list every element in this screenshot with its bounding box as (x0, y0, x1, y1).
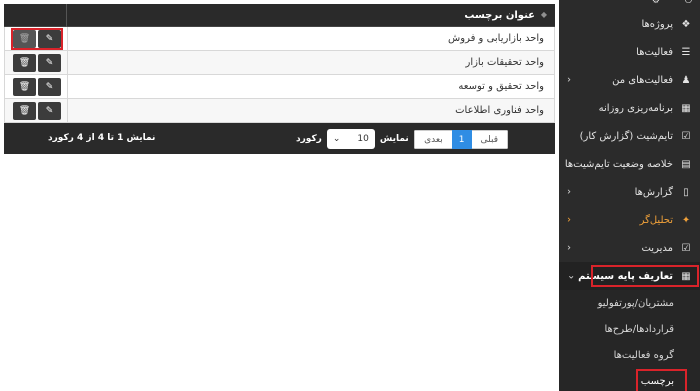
sidebar-subitem-contracts[interactable]: قراردادها/طرح‌ها (559, 316, 700, 342)
power-icon[interactable]: ⏻ (685, 0, 692, 6)
chevron-down-icon: ⌄ (567, 270, 576, 282)
page-length-select[interactable]: ⌄ 10 (326, 129, 375, 149)
table-header: ◆ عنوان برچسب (4, 4, 555, 27)
file-icon: ▯ (683, 186, 689, 198)
chevron-down-icon: ⌄ (332, 134, 341, 144)
sidebar-subitem-label: قراردادها/طرح‌ها (604, 323, 674, 335)
row-divider (67, 75, 68, 99)
label-name-cell: واحد تحقیقات بازار (465, 57, 545, 68)
row-actions: 🗑 ✎ (13, 54, 61, 72)
trash-icon[interactable]: 🗑 (13, 78, 36, 96)
sidebar-item-my-activities[interactable]: ♟ فعالیت‌های من ‹ (559, 66, 700, 94)
sidebar-subitem-label: گروه فعالیت‌ها (613, 349, 674, 361)
sidebar-item-base-definitions[interactable]: ▦ تعاریف پایه سیستم ⌄ (559, 262, 700, 290)
cubes-icon: ❖ (681, 18, 691, 30)
label-name-cell: واحد بازاریابی و فروش (448, 33, 544, 44)
edit-icon[interactable]: ✎ (38, 78, 61, 96)
sidebar-subitem-labels[interactable]: برچسب (559, 368, 700, 391)
table-row: واحد تحقیقات بازار 🗑 ✎ (4, 51, 555, 75)
page-length-label: نمایش (379, 134, 409, 144)
sidebar-item-label: پروژه‌ها (641, 18, 673, 30)
sidebar-item-label: گزارش‌ها (634, 186, 673, 198)
sidebar-item-label: فعالیت‌ها (636, 46, 673, 58)
sidebar-item-label: تعاریف پایه سیستم (578, 270, 673, 282)
pagination-prev-button[interactable]: قبلی (471, 130, 508, 149)
row-actions: 🗑 ✎ (13, 30, 61, 48)
sidebar-subitem-label: برچسب (640, 375, 674, 387)
label-name-cell: واحد فناوری اطلاعات (455, 105, 544, 116)
trash-icon[interactable]: 🗑 (13, 102, 36, 120)
labels-table: ◆ عنوان برچسب واحد بازاریابی و فروش 🗑 ✎ … (4, 4, 555, 154)
label-name-cell: واحد تحقیق و توسعه (458, 81, 544, 92)
sidebar-subitem-customers[interactable]: مشتریان/پورتفولیو (559, 290, 700, 316)
trash-icon[interactable]: 🗑 (13, 30, 36, 48)
check-square-icon: ☑ (681, 242, 691, 254)
table-row: واحد فناوری اطلاعات 🗑 ✎ (4, 99, 555, 123)
sidebar-item-label: تحلیل‌گر (639, 214, 673, 226)
pagination: قبلی 1 بعدی (414, 130, 508, 149)
sidebar-item-management[interactable]: ☑ مدیریت ‹ (559, 234, 700, 262)
table-row: واحد بازاریابی و فروش 🗑 ✎ (4, 27, 555, 51)
table-icon: ▦ (681, 102, 691, 114)
table-row: واحد تحقیق و توسعه 🗑 ✎ (4, 75, 555, 99)
page-length-control: نمایش ⌄ 10 رکورد (296, 129, 409, 149)
person-icon: ♟ (681, 74, 691, 86)
sidebar-subitem-activity-groups[interactable]: گروه فعالیت‌ها (559, 342, 700, 368)
row-divider (67, 27, 68, 51)
trash-icon[interactable]: 🗑 (13, 54, 36, 72)
edit-icon[interactable]: ✎ (38, 102, 61, 120)
page-length-suffix: رکورد (296, 134, 322, 144)
sidebar-item-label: فعالیت‌های من (612, 74, 673, 86)
page-length-value: 10 (357, 134, 369, 144)
edit-icon[interactable]: ✎ (38, 54, 61, 72)
pagination-next-button[interactable]: بعدی (414, 130, 452, 149)
pagination-page-1[interactable]: 1 (451, 130, 472, 149)
row-actions: 🗑 ✎ (13, 78, 61, 96)
chevron-left-icon: ‹ (567, 214, 571, 226)
sidebar: ⚙ ⏻ ❖ پروژه‌ها ☰ فعالیت‌ها ♟ فعالیت‌های … (559, 0, 700, 391)
settings-icon[interactable]: ⚙ (652, 0, 660, 6)
sidebar-top-partial: ⚙ ⏻ (559, 0, 700, 10)
chevron-left-icon: ‹ (567, 186, 571, 198)
sidebar-item-reports[interactable]: ▯ گزارش‌ها ‹ (559, 178, 700, 206)
sidebar-item-daily-planning[interactable]: ▦ برنامه‌ریزی روزانه (559, 94, 700, 122)
sidebar-item-timesheet[interactable]: ☑ تایم‌شیت (گزارش کار) (559, 122, 700, 150)
calendar-check-icon: ☑ (681, 130, 691, 142)
sidebar-item-projects[interactable]: ❖ پروژه‌ها (559, 10, 700, 38)
row-actions: 🗑 ✎ (13, 102, 61, 120)
list-icon: ☰ (681, 46, 691, 58)
table-footer: قبلی 1 بعدی نمایش ⌄ 10 رکورد نمایش 1 تا … (4, 123, 555, 154)
sort-icon[interactable]: ◆ (541, 10, 547, 19)
sidebar-item-label: تایم‌شیت (گزارش کار) (579, 130, 673, 142)
sidebar-subitem-label: مشتریان/پورتفولیو (597, 297, 674, 309)
chevron-left-icon: ‹ (567, 74, 571, 86)
edit-icon[interactable]: ✎ (38, 30, 61, 48)
grid-icon: ▦ (681, 270, 691, 282)
sidebar-item-label: خلاصه وضعیت تایم‌شیت‌ها (564, 158, 673, 170)
list-alt-icon: ▤ (681, 158, 691, 170)
table-info-text: نمایش 1 تا 4 از 4 رکورد (48, 133, 156, 143)
sidebar-item-label: برنامه‌ریزی روزانه (598, 102, 673, 114)
magic-wand-icon: ✦ (681, 214, 691, 226)
table-body: واحد بازاریابی و فروش 🗑 ✎ واحد تحقیقات ب… (4, 27, 555, 123)
sidebar-item-analyzer[interactable]: ✦ تحلیل‌گر ‹ (559, 206, 700, 234)
chevron-left-icon: ‹ (567, 242, 571, 254)
sidebar-item-activities[interactable]: ☰ فعالیت‌ها (559, 38, 700, 66)
sidebar-item-timesheet-summary[interactable]: ▤ خلاصه وضعیت تایم‌شیت‌ها (559, 150, 700, 178)
sidebar-item-label: مدیریت (641, 242, 673, 254)
row-divider (67, 99, 68, 123)
header-divider (66, 4, 67, 27)
row-divider (67, 51, 68, 75)
